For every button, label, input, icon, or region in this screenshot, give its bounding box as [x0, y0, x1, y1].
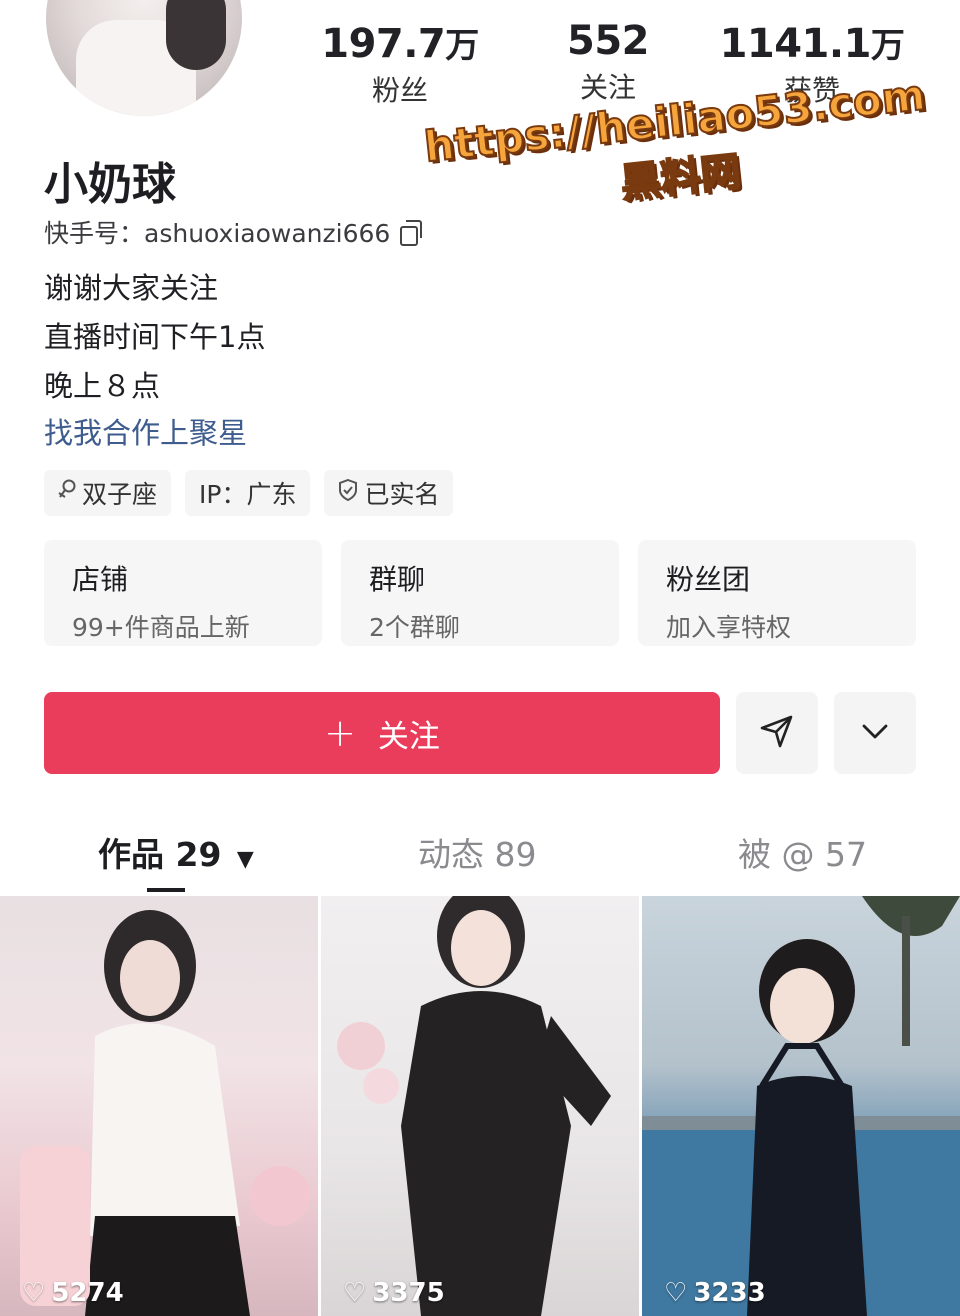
follow-button-label: 关注 [377, 718, 440, 755]
share-button[interactable] [736, 692, 818, 774]
tag-ip: IP：广东 [185, 470, 311, 516]
copy-icon[interactable] [400, 220, 424, 246]
card-shop-sub: 99+件商品上新 [72, 613, 250, 642]
caret-down-icon[interactable]: ▼ [237, 847, 254, 872]
bio-line: 谢谢大家关注 [44, 271, 219, 305]
card-shop[interactable]: 店铺 99+件商品上新 [44, 540, 322, 646]
card-group-chat[interactable]: 群聊 2个群聊 [341, 540, 619, 646]
stat-likes-value: 1141.1 [719, 21, 872, 67]
video-likes: ♡ 3233 [664, 1278, 766, 1308]
feature-cards: 店铺 99+件商品上新 群聊 2个群聊 粉丝团 加入享特权 [44, 540, 916, 646]
heart-icon: ♡ [22, 1278, 46, 1308]
profile-name: 小奶球 [44, 159, 176, 210]
video-thumbnail-art [20, 910, 310, 1316]
card-fan-club-title: 粉丝团 [666, 563, 751, 596]
tab-active-indicator [147, 888, 185, 892]
tag-zodiac-label: 双子座 [82, 480, 158, 509]
stat-following[interactable]: 552 关注 [508, 18, 708, 106]
stat-fans[interactable]: 197.7万 粉丝 [300, 18, 500, 109]
video-thumbnail[interactable]: ♡ 3233 [642, 896, 960, 1316]
profile-tags: 双子座 IP：广东 已实名 [44, 470, 454, 516]
bio-link-jux[interactable]: 找我合作上聚星 [44, 410, 247, 452]
more-button[interactable] [834, 692, 916, 774]
tab-mentions[interactable]: 被 @ 57 [738, 828, 867, 876]
video-likes: ♡ 5274 [22, 1278, 124, 1308]
card-fan-club[interactable]: 粉丝团 加入享特权 [638, 540, 916, 646]
bio-line: 晚上８点 [44, 369, 161, 403]
chevron-down-icon [858, 714, 892, 752]
tag-ip-label: IP：广东 [199, 480, 297, 509]
stat-following-value: 552 [567, 18, 650, 64]
video-likes: ♡ 3375 [343, 1278, 445, 1308]
send-icon [758, 712, 796, 754]
heart-icon: ♡ [343, 1278, 367, 1308]
tag-verified-label: 已实名 [364, 480, 440, 509]
video-thumbnail[interactable]: ♡ 5274 [0, 896, 318, 1316]
avatar-hair [166, 0, 226, 70]
bio-line: 直播时间下午1点 [44, 320, 266, 354]
video-likes-count: 5274 [51, 1278, 124, 1308]
account-id: 快手号：ashuoxiaowanzi666 [44, 214, 424, 250]
follow-button[interactable]: + 关注 [44, 692, 720, 774]
video-thumbnail[interactable]: ♡ 3375 [321, 896, 639, 1316]
video-thumbnail-art [642, 896, 960, 1316]
card-group-chat-title: 群聊 [369, 563, 426, 596]
tag-verified: 已实名 [324, 470, 454, 516]
female-icon [58, 479, 76, 507]
shield-check-icon [338, 478, 358, 507]
bio: 谢谢大家关注 直播时间下午1点 晚上８点 [44, 264, 265, 411]
stat-fans-unit: 万 [445, 26, 479, 66]
video-likes-count: 3375 [372, 1278, 445, 1308]
tag-zodiac: 双子座 [44, 470, 172, 516]
tab-works[interactable]: 作品 29 ▼ [98, 828, 254, 876]
account-id-text: 快手号：ashuoxiaowanzi666 [44, 219, 391, 248]
avatar[interactable] [46, 0, 242, 116]
video-grid: ♡ 5274 ♡ 3375 ♡ 3233 [0, 896, 960, 1316]
content-tabs: 作品 29 ▼ 动态 89 被 @ 57 [0, 828, 960, 894]
tab-moments[interactable]: 动态 89 [418, 828, 536, 876]
card-fan-club-sub: 加入享特权 [666, 613, 792, 642]
stat-fans-value: 197.7 [321, 21, 446, 67]
video-thumbnail-art [337, 896, 611, 1316]
card-group-chat-sub: 2个群聊 [369, 613, 460, 642]
heart-icon: ♡ [664, 1278, 688, 1308]
stat-fans-label: 粉丝 [371, 74, 428, 107]
card-shop-title: 店铺 [72, 563, 129, 596]
plus-icon: + [324, 711, 356, 755]
tab-works-label: 作品 29 [98, 835, 222, 874]
video-likes-count: 3233 [693, 1278, 766, 1308]
stat-likes-unit: 万 [870, 26, 905, 66]
